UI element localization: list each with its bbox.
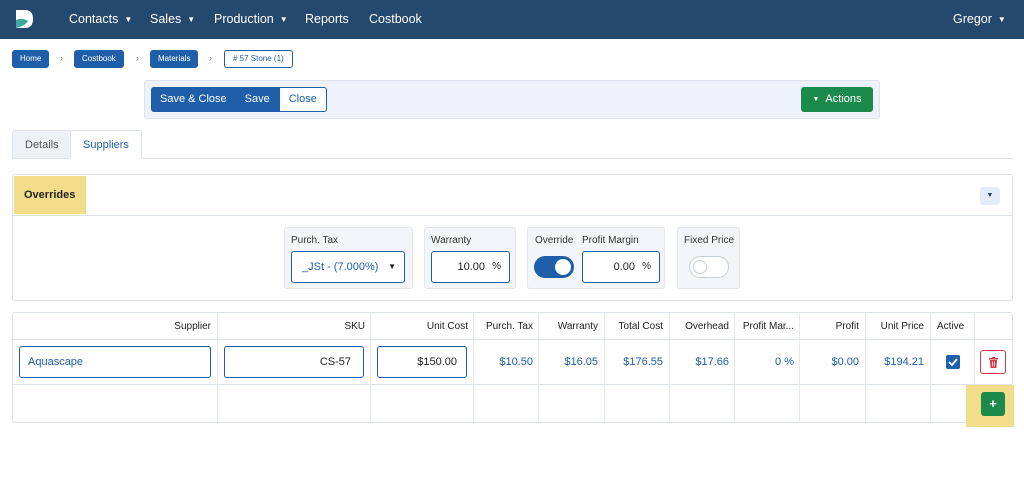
- caret-down-icon: ▼: [812, 96, 820, 103]
- warranty-input[interactable]: 10.00 %: [431, 251, 510, 283]
- nav-contacts[interactable]: Contacts ▼: [69, 12, 132, 26]
- chevron-right-icon: ›: [60, 53, 63, 63]
- column-divider: [930, 313, 931, 422]
- nav-costbook[interactable]: Costbook: [369, 12, 422, 26]
- fixed-price-toggle[interactable]: [689, 256, 729, 278]
- add-row-button[interactable]: +: [981, 392, 1005, 416]
- caret-down-icon: ▼: [279, 15, 288, 24]
- top-navbar: Contacts ▼ Sales ▼ Production ▼ Reports Cos…: [0, 0, 1024, 39]
- percent-sign: %: [492, 261, 501, 272]
- chevron-right-icon: ›: [209, 53, 212, 63]
- purch-tax-value: $10.50: [499, 356, 533, 368]
- profit-margin-value: 0.00: [613, 261, 635, 273]
- row-divider: [12, 339, 1013, 340]
- header-profit-margin[interactable]: Profit Mar...: [743, 321, 794, 332]
- chevron-right-icon: ›: [136, 53, 139, 63]
- column-divider: [217, 313, 218, 422]
- check-icon: [948, 358, 958, 366]
- toggle-knob: [555, 259, 571, 275]
- header-unit-cost[interactable]: Unit Cost: [427, 321, 468, 332]
- header-overhead[interactable]: Overhead: [685, 321, 729, 332]
- nav-production[interactable]: Production ▼: [214, 12, 288, 26]
- save-button-group: Save & Close Save Close: [151, 87, 327, 112]
- nav-sales-label: Sales: [150, 12, 182, 26]
- profit-margin-input[interactable]: 0.00 %: [582, 251, 660, 283]
- sku-input[interactable]: CS-57: [224, 346, 364, 378]
- overrides-header: Overrides ▼: [13, 175, 1012, 216]
- nav-sales[interactable]: Sales ▼: [150, 12, 195, 26]
- total-cost-value: $176.55: [623, 356, 663, 368]
- column-divider: [473, 313, 474, 422]
- header-warranty[interactable]: Warranty: [558, 321, 598, 332]
- profit-margin-label: Profit Margin: [582, 235, 639, 246]
- override-toggle[interactable]: [534, 256, 574, 278]
- caret-down-icon: ▼: [124, 15, 133, 24]
- purch-tax-select[interactable]: _JSt - (7.000%) ▼: [291, 251, 405, 283]
- breadcrumb-materials[interactable]: Materials: [150, 50, 199, 68]
- actions-button[interactable]: ▼ Actions: [801, 87, 873, 112]
- fixed-price-label: Fixed Price: [684, 235, 735, 246]
- unit-price-value: $194.21: [884, 356, 924, 368]
- column-divider: [538, 313, 539, 422]
- column-divider: [734, 313, 735, 422]
- warranty-field: Warranty 10.00 %: [424, 227, 516, 289]
- nav-production-label: Production: [214, 12, 274, 26]
- plus-icon: +: [989, 396, 997, 411]
- collapse-toggle[interactable]: ▼: [980, 187, 1000, 205]
- header-profit[interactable]: Profit: [836, 321, 859, 332]
- caret-down-icon: ▼: [986, 192, 994, 199]
- breadcrumb-costbook[interactable]: Costbook: [74, 50, 124, 68]
- header-unit-price[interactable]: Unit Price: [881, 321, 924, 332]
- save-button[interactable]: Save: [235, 87, 279, 112]
- column-divider: [669, 313, 670, 422]
- actions-label: Actions: [825, 93, 862, 105]
- tabs-divider: [12, 158, 1013, 159]
- fixed-price-field: Fixed Price: [677, 227, 740, 289]
- profit-margin-amount: 0 %: [775, 356, 794, 368]
- caret-down-icon: ▼: [187, 15, 196, 24]
- active-checkbox[interactable]: [946, 355, 960, 369]
- delete-row-button[interactable]: [980, 350, 1006, 374]
- overhead-value: $17.66: [695, 356, 729, 368]
- purch-tax-value: _JSt - (7.000%): [302, 261, 379, 273]
- percent-sign: %: [642, 261, 651, 272]
- header-purch-tax[interactable]: Purch. Tax: [486, 321, 533, 332]
- warranty-label: Warranty: [431, 235, 472, 246]
- profit-value: $0.00: [831, 356, 859, 368]
- header-sku[interactable]: SKU: [344, 321, 365, 332]
- supplier-input[interactable]: Aquascape: [19, 346, 211, 378]
- tab-details[interactable]: Details: [12, 130, 72, 158]
- override-label: Override: [535, 235, 574, 246]
- nav-reports[interactable]: Reports: [305, 12, 349, 26]
- tab-suppliers[interactable]: Suppliers: [70, 130, 142, 159]
- nav-contacts-label: Contacts: [69, 12, 119, 26]
- column-divider: [370, 313, 371, 422]
- user-menu[interactable]: Gregor ▼: [953, 12, 1006, 26]
- save-close-button[interactable]: Save & Close: [151, 87, 236, 112]
- warranty-value: 10.00: [457, 261, 485, 273]
- purch-tax-label: Purch. Tax: [291, 235, 339, 246]
- header-supplier[interactable]: Supplier: [174, 321, 211, 332]
- logo-icon[interactable]: [14, 9, 34, 29]
- breadcrumb-home[interactable]: Home: [12, 50, 50, 68]
- row-divider: [12, 384, 1013, 385]
- column-divider: [865, 313, 866, 422]
- trash-icon: [989, 357, 998, 368]
- header-active[interactable]: Active: [937, 321, 964, 332]
- purch-tax-field: Purch. Tax _JSt - (7.000%) ▼: [284, 227, 413, 289]
- warranty-amount: $16.05: [564, 356, 598, 368]
- column-divider: [799, 313, 800, 422]
- column-divider: [604, 313, 605, 422]
- user-name: Gregor: [953, 12, 992, 26]
- header-total-cost[interactable]: Total Cost: [619, 321, 663, 332]
- unit-cost-input[interactable]: $150.00: [377, 346, 467, 378]
- overrides-title: Overrides: [14, 176, 86, 214]
- caret-down-icon: ▼: [388, 262, 396, 271]
- breadcrumb-current: # 57 Stone (1): [224, 50, 293, 68]
- toggle-knob: [693, 260, 707, 274]
- profit-margin-field: Override Profit Margin 0.00 %: [527, 227, 665, 289]
- close-button[interactable]: Close: [278, 87, 327, 112]
- caret-down-icon: ▼: [997, 15, 1006, 24]
- action-toolbar: Save & Close Save Close ▼ Actions: [144, 80, 880, 119]
